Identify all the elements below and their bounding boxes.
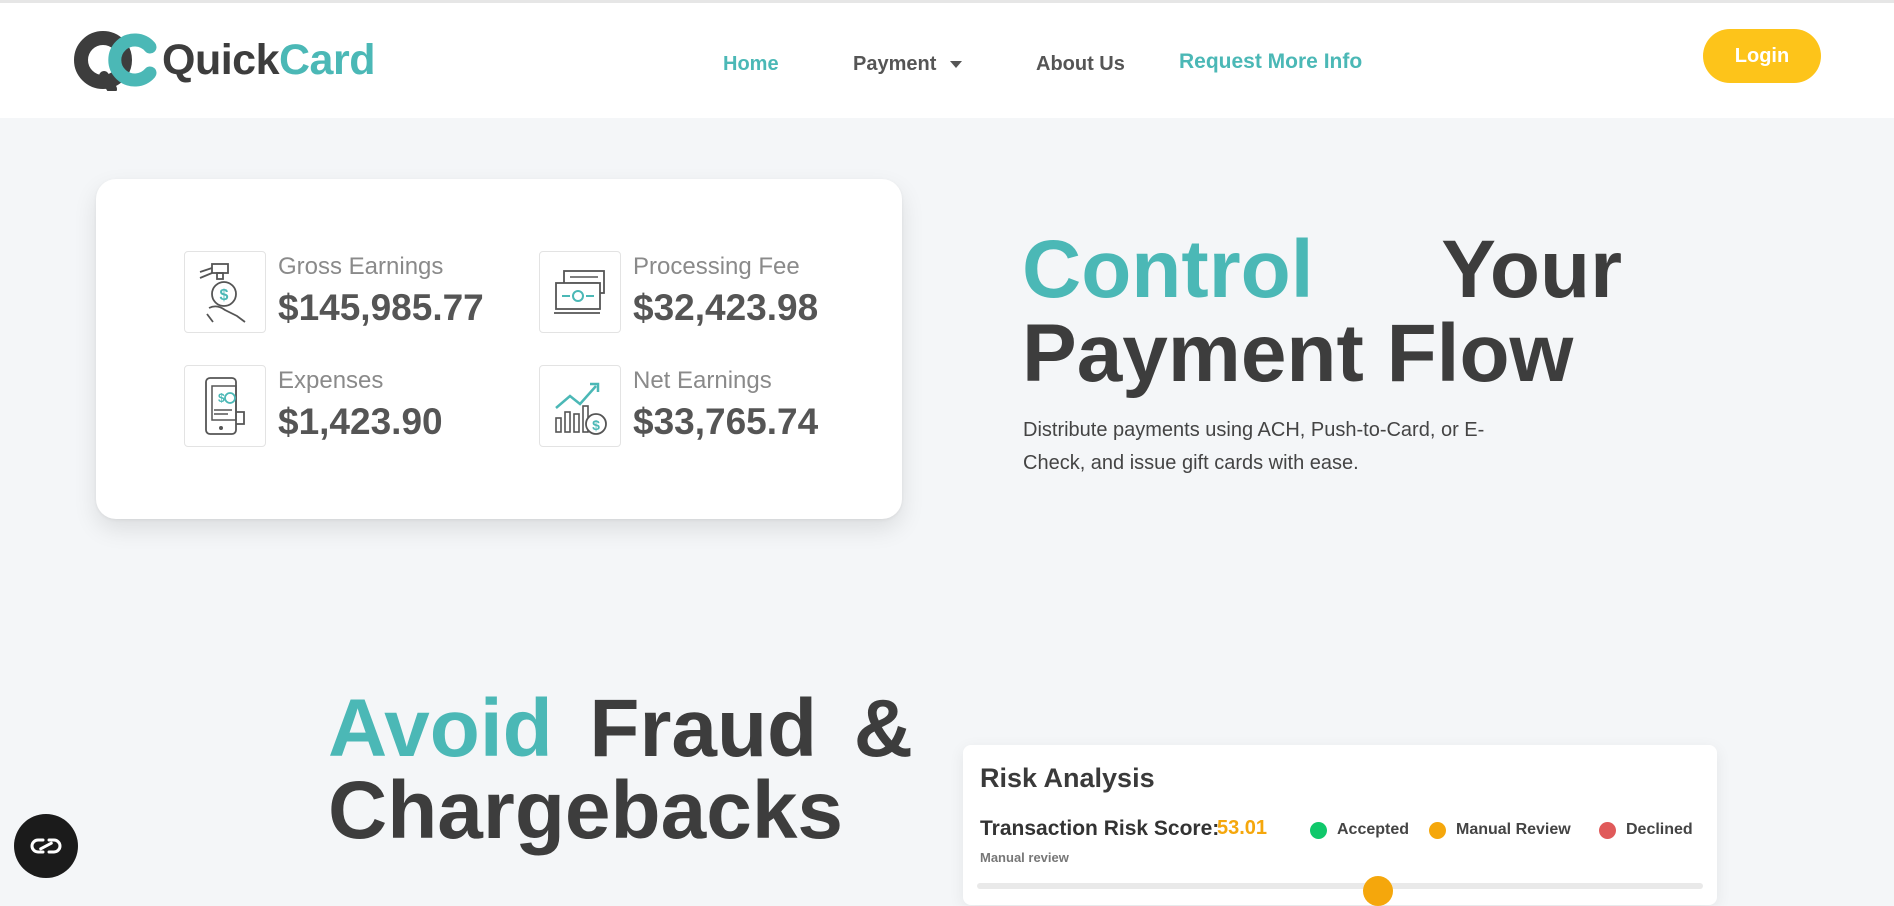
stat-label: Net Earnings <box>633 367 772 394</box>
stat-value: $1,423.90 <box>278 401 443 442</box>
accepted-dot-icon <box>1310 821 1327 839</box>
risk-analysis-card: Risk Analysis Transaction Risk Score: 53… <box>963 745 1717 906</box>
growth-chart-dollar-icon: $ <box>539 365 621 447</box>
legend-label: Manual Review <box>1456 821 1571 838</box>
svg-text:$: $ <box>220 287 229 304</box>
qc-logo-icon <box>74 31 157 91</box>
earnings-stats-card: $ Gross Earnings $145,985.77 Processing … <box>96 179 902 519</box>
risk-score-track <box>977 883 1703 889</box>
declined-dot-icon <box>1599 821 1616 839</box>
legend-label: Declined <box>1626 821 1693 838</box>
risk-score-value: 53.01 <box>1217 817 1268 839</box>
stat-label: Expenses <box>278 367 384 394</box>
manual-review-dot-icon <box>1429 821 1446 839</box>
risk-status-label: Manual review <box>980 850 1069 865</box>
quickcard-logo[interactable]: QuickCard <box>74 29 375 91</box>
risk-analysis-title: Risk Analysis <box>980 763 1155 793</box>
cash-stack-icon <box>539 251 621 333</box>
legend-accepted: Accepted <box>1310 821 1409 839</box>
legend-manual-review: Manual Review <box>1429 821 1571 839</box>
hero-heading-line2: Payment Flow <box>1022 308 1574 399</box>
stat-label: Gross Earnings <box>278 253 444 280</box>
site-header: QuickCard Home Payment About Us Request … <box>0 3 1894 118</box>
money-bag-hand-icon: $ <box>184 251 266 333</box>
hero-description: Distribute payments using ACH, Push-to-C… <box>1023 419 1485 474</box>
svg-text:$: $ <box>592 417 600 433</box>
nav-home-link[interactable]: Home <box>723 49 779 79</box>
stat-value: $145,985.77 <box>278 287 484 328</box>
legend-declined: Declined <box>1599 821 1693 839</box>
fraud-heading-word: Fraud <box>589 683 818 774</box>
fraud-heading-accent: Avoid <box>328 683 553 774</box>
risk-score-label: Transaction Risk Score: <box>980 817 1220 840</box>
hero-heading-line1: Control Your <box>1022 228 1622 312</box>
stat-label: Processing Fee <box>633 253 800 280</box>
legend-label: Accepted <box>1337 821 1410 838</box>
risk-score-marker <box>1363 876 1393 906</box>
hero-heading-word: Your <box>1441 224 1622 315</box>
svg-text:$: $ <box>218 391 225 405</box>
accessibility-button[interactable] <box>14 814 78 878</box>
fraud-heading-ampersand: & <box>853 683 913 774</box>
phone-receipt-icon: $ <box>184 365 266 447</box>
login-button[interactable]: Login <box>1703 29 1821 83</box>
hero-heading: Control Your Payment Flow <box>1022 228 1622 396</box>
stat-value: $33,765.74 <box>633 401 819 442</box>
nav-payment-dropdown[interactable]: Payment <box>853 49 963 79</box>
fraud-heading-line2: Chargebacks <box>328 765 844 856</box>
hero-heading-accent: Control <box>1022 224 1314 315</box>
accessibility-icon <box>30 838 62 854</box>
nav-about-link[interactable]: About Us <box>1036 49 1125 79</box>
stat-value: $32,423.98 <box>633 287 819 328</box>
nav-request-info-link[interactable]: Request More Info <box>1179 47 1362 77</box>
nav-payment-label: Payment <box>853 53 937 75</box>
logo-wordmark: QuickCard <box>162 36 375 84</box>
fraud-heading: Avoid Fraud & Chargebacks <box>328 688 913 852</box>
caret-down-icon <box>950 60 963 68</box>
fraud-heading-line1: Avoid Fraud & <box>328 688 913 770</box>
